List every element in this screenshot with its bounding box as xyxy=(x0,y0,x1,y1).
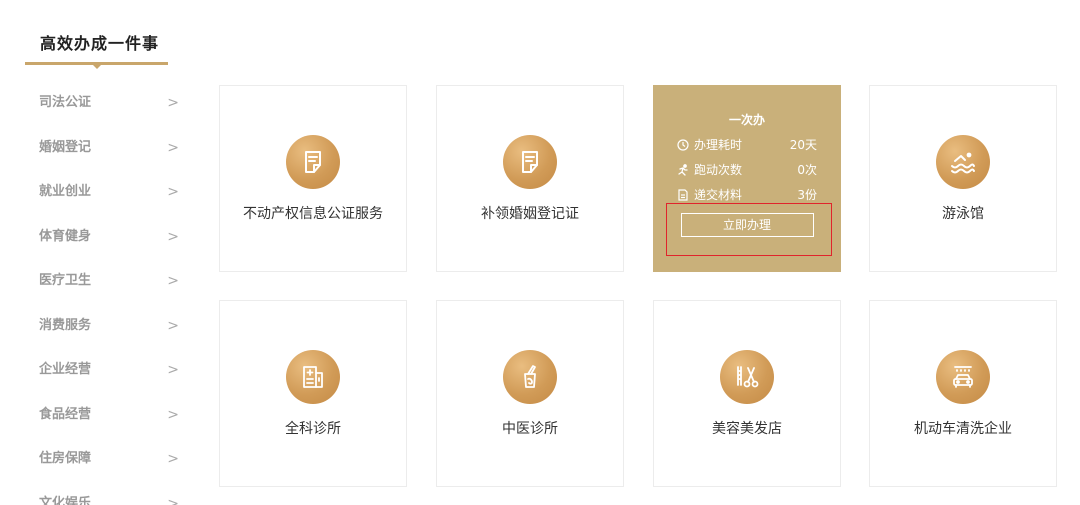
service-label: 中医诊所 xyxy=(502,421,558,437)
file-icon xyxy=(678,188,688,201)
service-label: 补领婚姻登记证 xyxy=(481,206,579,222)
chevron-right-icon: > xyxy=(167,139,179,156)
info-label: 递交材料 xyxy=(694,188,743,202)
info-row: 办理耗时 20天 xyxy=(677,132,817,157)
service-card[interactable]: 全科诊所 xyxy=(219,300,407,487)
service-card[interactable]: 游泳馆 xyxy=(869,85,1057,272)
sidebar-item-medical[interactable]: 医疗卫生 > xyxy=(25,259,185,304)
page-title: 高效办成一件事 xyxy=(40,34,160,53)
sidebar-item-culture[interactable]: 文化娱乐 > xyxy=(25,482,185,505)
service-label: 美容美发店 xyxy=(712,421,782,437)
chevron-right-icon: > xyxy=(167,273,179,289)
info-label: 跑动次数 xyxy=(694,163,743,177)
sidebar-item-label: 婚姻登记 xyxy=(39,139,92,155)
chevron-right-icon: > xyxy=(167,406,179,423)
info-value: 20天 xyxy=(789,138,817,152)
sidebar-item-employment[interactable]: 就业创业 > xyxy=(25,170,185,215)
car-wash-icon xyxy=(936,350,990,404)
category-sidebar: 司法公证 > 婚姻登记 > 就业创业 > 体育健身 > 医疗卫生 > 消费服务 > 企业经营… xyxy=(25,81,185,505)
info-value: 3份 xyxy=(797,188,817,202)
scissors-icon xyxy=(720,350,774,404)
document-icon xyxy=(503,135,557,189)
clinic-icon xyxy=(286,350,340,404)
sidebar-item-business[interactable]: 企业经营 > xyxy=(25,348,185,393)
info-label: 办理耗时 xyxy=(694,138,743,152)
sidebar-item-marriage[interactable]: 婚姻登记 > xyxy=(25,126,185,171)
chevron-right-icon: > xyxy=(167,95,179,111)
info-value: 0次 xyxy=(797,163,817,177)
sidebar-item-notary[interactable]: 司法公证 > xyxy=(25,81,185,126)
sidebar-item-label: 住房保障 xyxy=(39,451,92,466)
running-icon xyxy=(678,163,688,176)
chevron-right-icon: > xyxy=(167,184,179,200)
sidebar-item-label: 司法公证 xyxy=(39,95,92,110)
sidebar-item-label: 体育健身 xyxy=(39,228,92,244)
clock-icon xyxy=(677,138,689,151)
service-card[interactable]: 补领婚姻登记证 xyxy=(436,85,624,272)
sidebar-item-label: 食品经营 xyxy=(39,406,92,422)
service-label: 游泳馆 xyxy=(942,206,984,222)
service-label: 不动产权信息公证服务 xyxy=(243,206,383,222)
herbal-medicine-icon xyxy=(503,350,557,404)
chevron-right-icon: > xyxy=(167,451,179,467)
sidebar-item-food[interactable]: 食品经营 > xyxy=(25,393,185,438)
chevron-right-icon: > xyxy=(167,362,179,378)
chevron-right-icon: > xyxy=(167,228,179,245)
sidebar-item-sports[interactable]: 体育健身 > xyxy=(25,215,185,260)
service-card[interactable]: 美容美发店 xyxy=(653,300,841,487)
swimming-icon xyxy=(936,135,990,189)
sidebar-item-consumer[interactable]: 消费服务 > xyxy=(25,304,185,349)
info-rows: 办理耗时 20天 跑动次数 0次 递交材料 3份 xyxy=(677,132,817,207)
info-row: 跑动次数 0次 xyxy=(677,157,817,182)
service-label: 机动车清洗企业 xyxy=(914,421,1012,437)
sidebar-item-label: 就业创业 xyxy=(39,184,92,199)
sidebar-item-label: 消费服务 xyxy=(39,317,92,333)
chevron-right-icon: > xyxy=(167,495,179,505)
title-caret xyxy=(93,65,101,69)
highlight-box xyxy=(666,203,832,256)
sidebar-item-housing[interactable]: 住房保障 > xyxy=(25,437,185,482)
service-card[interactable]: 不动产权信息公证服务 xyxy=(219,85,407,272)
document-icon xyxy=(286,135,340,189)
service-card[interactable]: 中医诊所 xyxy=(436,300,624,487)
chevron-right-icon: > xyxy=(167,317,179,334)
sidebar-item-label: 企业经营 xyxy=(39,362,92,377)
active-card-title: 一次办 xyxy=(728,113,765,127)
sidebar-item-label: 文化娱乐 xyxy=(39,495,92,505)
sidebar-item-label: 医疗卫生 xyxy=(39,273,92,288)
service-card[interactable]: 机动车清洗企业 xyxy=(869,300,1057,487)
service-label: 全科诊所 xyxy=(285,421,341,437)
